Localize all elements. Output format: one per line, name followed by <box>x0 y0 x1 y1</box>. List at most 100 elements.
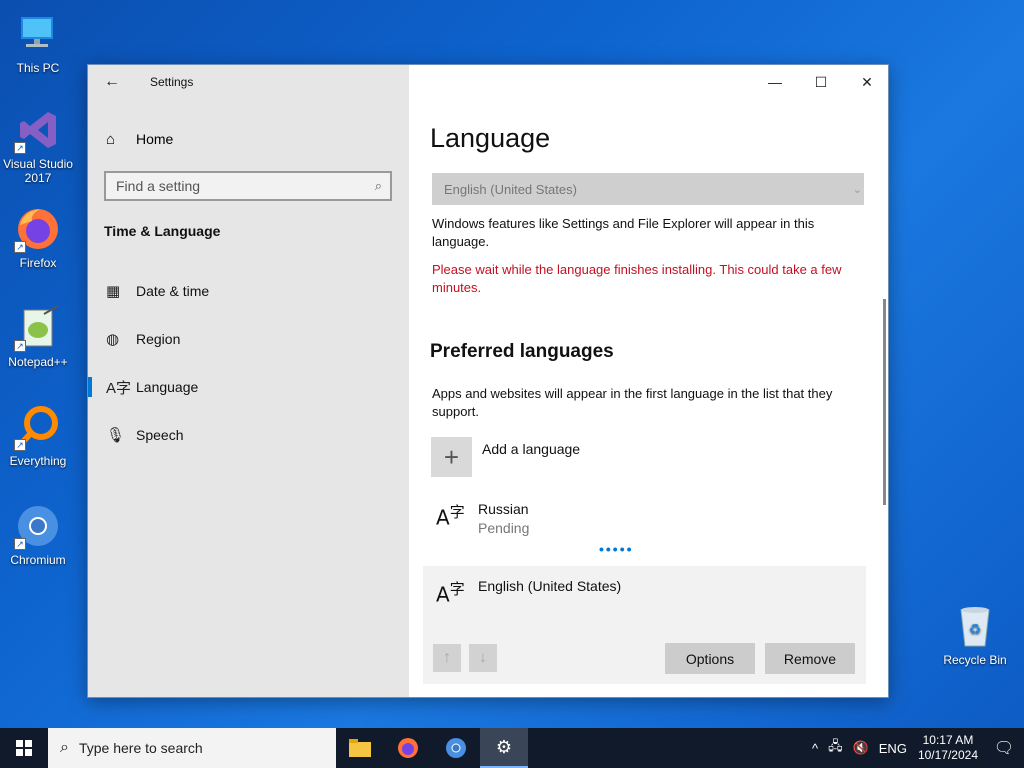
language-glyph-icon: A字 <box>436 580 465 607</box>
arrow-up-icon: ↑ <box>443 649 451 666</box>
settings-search-input[interactable]: Find a setting ⌕ <box>104 171 392 201</box>
taskbar-chromium[interactable] <box>432 728 480 768</box>
windows-logo-icon <box>16 740 32 756</box>
chevron-up-icon[interactable]: ^ <box>807 741 823 756</box>
chevron-down-icon: ⌄ <box>852 183 862 196</box>
shortcut-arrow-icon: ↗ <box>14 439 26 451</box>
network-icon[interactable]: 🖧 <box>823 737 848 759</box>
taskbar-firefox[interactable] <box>384 728 432 768</box>
shortcut-arrow-icon: ↗ <box>14 142 26 154</box>
window-controls: — ☐ ✕ <box>752 65 888 99</box>
settings-window: ← Settings ⌂ Home Find a setting ⌕ Time … <box>87 64 889 698</box>
add-language-label: Add a language <box>482 441 581 457</box>
chromium-icon: ↗ <box>14 502 62 550</box>
desktop-icon-label: Firefox <box>19 256 57 270</box>
desktop-icon-label: Notepad++ <box>8 355 68 369</box>
close-button[interactable]: ✕ <box>844 65 888 99</box>
taskbar-search-box[interactable]: ⌕ Type here to search <box>48 728 336 768</box>
volume-muted-icon[interactable]: 🔇 <box>848 740 874 756</box>
arrow-down-icon: ↓ <box>479 649 487 666</box>
desktop-icon-label: Chromium <box>10 553 66 567</box>
sidebar-item-label: Date & time <box>136 283 210 299</box>
desktop-icon-label: Everything <box>9 454 67 468</box>
add-language-button[interactable]: + Add a language <box>431 437 580 477</box>
computer-icon <box>14 10 62 58</box>
sidebar: ← Settings ⌂ Home Find a setting ⌕ Time … <box>88 65 409 697</box>
desktop-icon-chromium[interactable]: ↗ Chromium <box>0 502 76 567</box>
move-down-button[interactable]: ↓ <box>469 644 497 672</box>
title-bar: ← Settings <box>88 65 409 99</box>
move-up-button[interactable]: ↑ <box>433 644 461 672</box>
desktop-icon-recycle-bin[interactable]: ♻ Recycle Bin <box>937 602 1013 667</box>
taskbar-file-explorer[interactable] <box>336 728 384 768</box>
taskbar-settings[interactable]: ⚙ <box>480 728 528 768</box>
globe-icon: ◍ <box>106 331 120 348</box>
language-glyph-icon: A字 <box>436 503 465 530</box>
svg-text:♻: ♻ <box>969 621 982 637</box>
sidebar-item-date-time[interactable]: ▦ Date & time <box>88 271 409 311</box>
desktop-icon-this-pc[interactable]: This PC <box>0 10 76 75</box>
microphone-icon: 🎙 <box>106 427 126 444</box>
section-title: Time & Language <box>104 223 221 239</box>
search-icon: ⌕ <box>60 739 69 756</box>
progress-dots-icon: ••••• <box>599 541 634 557</box>
taskbar: ⌕ Type here to search ⚙ ^ 🖧 🔇 ENG 10:17 … <box>0 728 1024 768</box>
maximize-button[interactable]: ☐ <box>798 65 844 99</box>
options-button[interactable]: Options <box>665 643 755 674</box>
home-icon: ⌂ <box>106 130 116 148</box>
windows-display-language-dropdown[interactable]: English (United States) ⌄ <box>432 173 864 205</box>
desktop-icon-label: Recycle Bin <box>943 653 1007 667</box>
dropdown-value: English (United States) <box>444 181 577 197</box>
language-status: Pending <box>478 520 530 536</box>
desktop-icon-label: Visual Studio 2017 <box>3 157 73 185</box>
desktop-icon-firefox[interactable]: ↗ Firefox <box>0 205 76 270</box>
desktop-icon-visual-studio[interactable]: ↗ Visual Studio 2017 <box>0 106 76 185</box>
remove-button[interactable]: Remove <box>765 643 855 674</box>
sidebar-item-label: Home <box>136 131 174 147</box>
system-tray: ^ 🖧 🔇 ENG 10:17 AM 10/17/2024 🗨 <box>807 728 1024 768</box>
display-language-description: Windows features like Settings and File … <box>432 216 815 249</box>
language-item-russian[interactable]: A字 Russian Pending <box>423 489 866 549</box>
gear-icon: ⚙ <box>495 736 513 757</box>
sidebar-item-speech[interactable]: 🎙 Speech <box>88 415 409 455</box>
shortcut-arrow-icon: ↗ <box>14 241 26 253</box>
install-warning: Please wait while the language finishes … <box>432 262 842 295</box>
notification-icon: 🗨 <box>993 740 1015 757</box>
language-page: — ☐ ✕ Language English (United States) ⌄… <box>409 65 888 697</box>
language-item-english-us[interactable]: A字 English (United States) ↑ ↓ Options R… <box>423 566 866 684</box>
sidebar-item-home[interactable]: ⌂ Home <box>88 121 409 157</box>
desktop-icon-notepadpp[interactable]: ↗ Notepad++ <box>0 304 76 369</box>
action-center-button[interactable]: 🗨 <box>984 728 1024 768</box>
language-name: Russian <box>478 501 529 517</box>
chromium-icon <box>446 738 466 758</box>
sidebar-item-label: Language <box>136 379 199 395</box>
start-button[interactable] <box>0 728 48 768</box>
plus-icon: + <box>431 437 472 477</box>
everything-search-icon: ↗ <box>14 403 62 451</box>
clock-date: 10/17/2024 <box>917 748 978 762</box>
clock[interactable]: 10:17 AM 10/17/2024 <box>912 733 984 763</box>
language-icon: A字 <box>106 379 132 397</box>
preferred-languages-heading: Preferred languages <box>430 341 614 362</box>
sidebar-item-label: Speech <box>136 427 184 443</box>
app-title: Settings <box>150 75 194 89</box>
sidebar-item-region[interactable]: ◍ Region <box>88 319 409 359</box>
shortcut-arrow-icon: ↗ <box>14 340 26 352</box>
desktop-icon-everything[interactable]: ↗ Everything <box>0 403 76 468</box>
firefox-icon: ↗ <box>14 205 62 253</box>
preferred-languages-description: Apps and websites will appear in the fir… <box>432 386 833 419</box>
calendar-clock-icon: ▦ <box>106 283 121 300</box>
shortcut-arrow-icon: ↗ <box>14 538 26 550</box>
taskbar-search-placeholder: Type here to search <box>78 740 203 756</box>
search-placeholder: Find a setting <box>116 178 201 194</box>
minimize-button[interactable]: — <box>752 65 798 99</box>
back-button[interactable]: ← <box>88 65 136 99</box>
page-title: Language <box>430 123 551 153</box>
sidebar-item-language[interactable]: A字 Language <box>88 367 409 407</box>
back-arrow-icon: ← <box>104 73 120 90</box>
search-icon: ⌕ <box>374 178 382 193</box>
notepadpp-icon: ↗ <box>14 304 62 352</box>
language-name: English (United States) <box>478 578 622 594</box>
scrollbar[interactable] <box>883 299 886 505</box>
input-language-indicator[interactable]: ENG <box>874 741 912 756</box>
